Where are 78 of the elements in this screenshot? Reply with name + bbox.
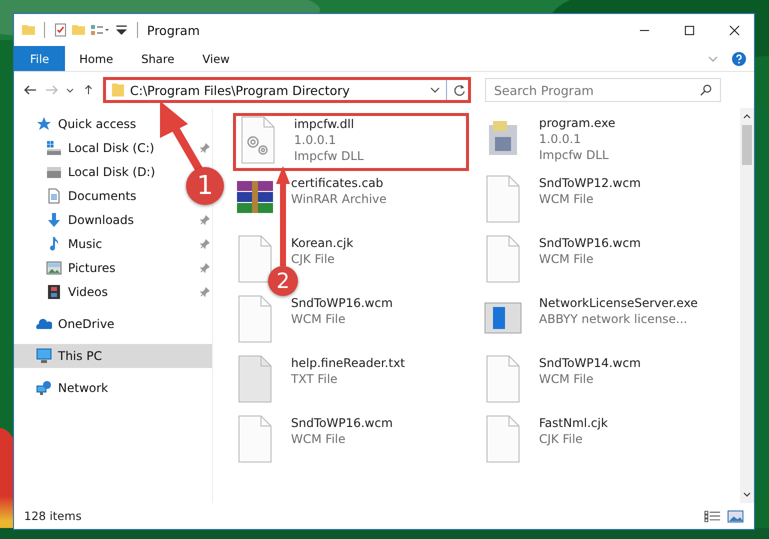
scrollbar[interactable] — [740, 108, 754, 503]
document-icon — [46, 188, 62, 204]
back-arrow-icon[interactable] — [24, 85, 37, 95]
sidebar-item[interactable]: Documents — [14, 184, 140, 208]
details-view-icon[interactable] — [704, 510, 721, 522]
file-detail: WCM File — [291, 431, 346, 447]
file-name[interactable]: program.exe — [539, 115, 616, 131]
file-detail: WCM File — [539, 371, 594, 387]
sidebar-item[interactable]: Quick access — [14, 112, 212, 136]
file-detail: 1.0.0.1 — [294, 132, 336, 148]
file-detail: WCM File — [291, 311, 346, 327]
drive-icon — [46, 164, 62, 180]
file-name[interactable]: FastNml.cjk — [539, 415, 608, 431]
item-count: 128 items — [24, 509, 82, 523]
folder-icon — [112, 83, 124, 97]
file-detail: WCM File — [539, 251, 594, 267]
large-icons-view-icon[interactable] — [727, 510, 744, 522]
file-detail: CJK File — [291, 251, 335, 267]
ribbon-tab[interactable]: View — [188, 46, 244, 71]
sidebar-item[interactable]: Local Disk (C:) — [14, 136, 212, 160]
drive-icon — [46, 140, 62, 156]
file-name[interactable]: impcfw.dll — [294, 116, 354, 132]
file-name[interactable]: help.fineReader.txt — [291, 355, 405, 371]
file-detail: Impcfw DLL — [294, 148, 364, 164]
chevron-icon[interactable] — [430, 87, 440, 93]
file-detail: TXT File — [291, 371, 338, 387]
scroll-thumb[interactable] — [742, 125, 752, 165]
pin-icon[interactable] — [200, 239, 210, 249]
help-icon[interactable] — [732, 52, 746, 66]
file-name[interactable]: SndToWP16.wcm — [539, 235, 641, 251]
sidebar-item[interactable]: OneDrive — [14, 312, 212, 336]
refresh-icon[interactable] — [453, 84, 466, 96]
dropdown-icon[interactable] — [115, 23, 128, 37]
address-path: C:\Program Files\Program Directory — [130, 82, 351, 98]
sidebar-item[interactable]: This PC — [14, 344, 212, 368]
sidebar-item[interactable]: Videos — [14, 280, 212, 304]
pin-icon[interactable] — [200, 215, 210, 225]
pin-icon[interactable] — [200, 143, 210, 153]
file-name[interactable]: Korean.cjk — [291, 235, 354, 251]
film-icon — [46, 284, 62, 300]
file-name[interactable]: SndToWP16.wcm — [291, 295, 393, 311]
download-icon — [46, 212, 62, 228]
pin-icon[interactable] — [200, 263, 210, 273]
sidebar-item[interactable]: Downloads — [14, 208, 212, 232]
pin-icon[interactable] — [200, 287, 210, 297]
ribbon-tab[interactable]: Share — [127, 46, 188, 71]
cloud-icon — [36, 316, 52, 332]
file-name[interactable]: NetworkLicenseServer.exe — [539, 295, 698, 311]
file-name[interactable]: certificates.cab — [291, 175, 384, 191]
ribbon-tab[interactable]: Home — [65, 46, 128, 71]
network-icon — [36, 380, 52, 396]
monitor-icon — [36, 348, 52, 364]
close-icon[interactable] — [729, 24, 740, 36]
picture-icon — [46, 260, 62, 276]
checklist-icon[interactable] — [54, 23, 67, 37]
address-bar[interactable]: C:\Program Files\Program Directory — [103, 77, 471, 103]
file-detail: ABBYY network license... — [539, 311, 688, 327]
file-detail: CJK File — [539, 431, 583, 447]
file-detail: WCM File — [539, 191, 594, 207]
sidebar-item[interactable]: Pictures — [14, 256, 212, 280]
search-field[interactable]: Search Program — [485, 78, 721, 102]
star-icon — [36, 116, 52, 132]
search-icon[interactable] — [700, 84, 712, 96]
file-name[interactable]: SndToWP12.wcm — [539, 175, 641, 191]
sidebar-item[interactable]: Music — [14, 232, 212, 256]
file-detail: 1.0.0.1 — [539, 131, 581, 147]
chevron-icon[interactable] — [66, 88, 74, 92]
file-detail: Impcfw DLL — [539, 147, 609, 163]
maximize-icon[interactable] — [684, 24, 695, 36]
window-title: Program — [147, 22, 200, 38]
file-detail: WinRAR Archive — [291, 191, 387, 207]
scroll-down-icon[interactable] — [743, 492, 751, 497]
scroll-up-icon[interactable] — [743, 114, 751, 119]
file-name[interactable]: SndToWP16.wcm — [291, 415, 393, 431]
sidebar-item[interactable]: Network — [14, 376, 212, 400]
file-name[interactable]: SndToWP14.wcm — [539, 355, 641, 371]
sidebar-item[interactable]: Local Disk (D:) — [14, 160, 160, 184]
properties-icon[interactable] — [90, 24, 110, 36]
